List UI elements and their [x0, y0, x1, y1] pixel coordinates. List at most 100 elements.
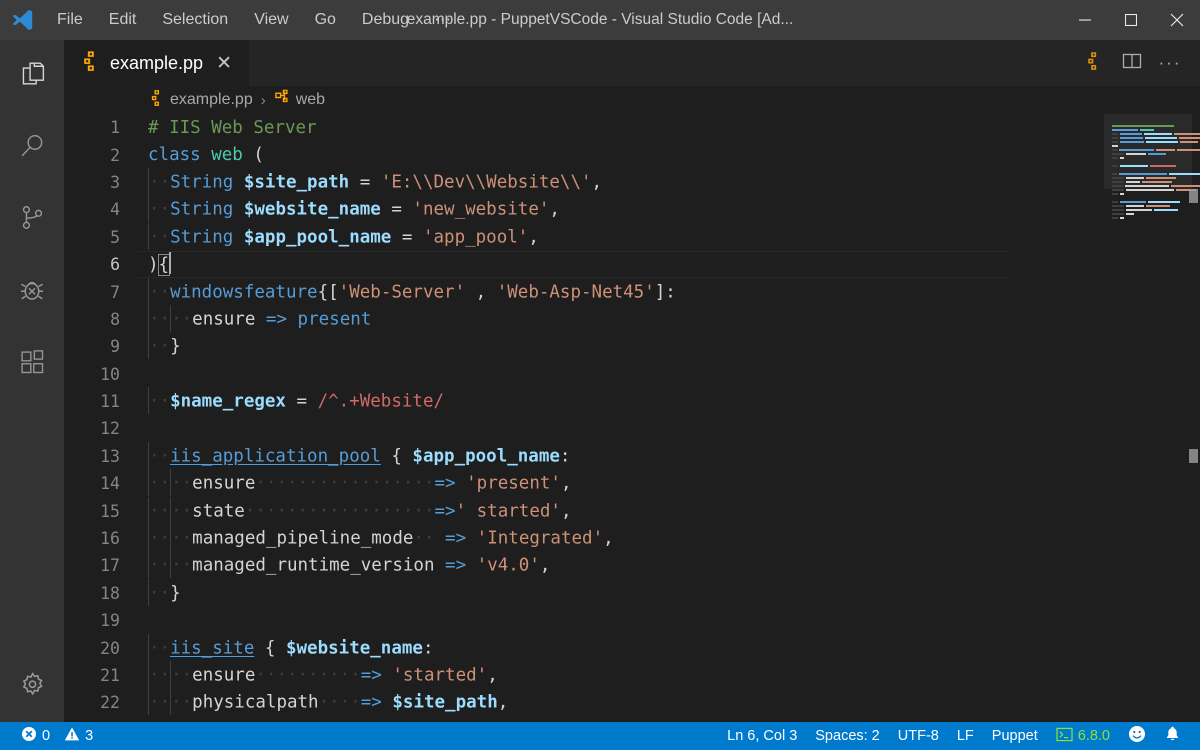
minimap-segment	[1154, 209, 1178, 211]
code-scroll-region[interactable]: 1 # IIS Web Server 2 class web (3 ··String $…	[64, 114, 1104, 722]
code-line-text[interactable]: ··}	[138, 578, 181, 607]
code-line[interactable]: 1 # IIS Web Server	[64, 114, 1104, 141]
code-line[interactable]: 15 ····state··················=>' started…	[64, 496, 1104, 525]
code-line-text[interactable]: ··}	[138, 332, 181, 360]
menu-item-selection[interactable]: Selection	[149, 5, 241, 35]
minimap-segment	[1143, 133, 1172, 135]
run-puppet-button[interactable]	[1078, 47, 1110, 79]
code-line-text[interactable]: class web (	[138, 145, 264, 165]
code-line-text[interactable]: ··String $website_name = 'new_website',	[138, 195, 560, 223]
tab-close-icon[interactable]: ✕	[212, 52, 236, 75]
menu-item-go[interactable]: Go	[302, 5, 349, 35]
smiley-icon	[1128, 725, 1146, 747]
activity-bar-item-search[interactable]	[0, 112, 64, 184]
code-line[interactable]: 9 ··}	[64, 332, 1104, 360]
tab-example-pp[interactable]: example.pp ✕	[64, 40, 249, 86]
code-line-text[interactable]: ){	[138, 251, 172, 276]
code-line[interactable]: 11 ··$name_regex = /^.+Website/	[64, 387, 1104, 415]
status-feedback[interactable]	[1119, 722, 1155, 750]
more-actions-button[interactable]: ···	[1154, 47, 1186, 79]
line-number: 9	[110, 337, 120, 357]
code-line[interactable]: 20 ··iis_site { $website_name:	[64, 633, 1104, 662]
status-indentation[interactable]: Spaces: 2	[806, 722, 889, 750]
code-line-text[interactable]: ····managed_runtime_version => 'v4.0',	[138, 551, 550, 579]
code-line-text[interactable]: ····ensure··········=> 'started',	[138, 661, 498, 689]
minimap[interactable]	[1104, 114, 1200, 722]
indent-guide	[148, 304, 149, 332]
code-line[interactable]: 18 ··}	[64, 578, 1104, 607]
menu-item-edit[interactable]: Edit	[96, 5, 150, 35]
minimize-button[interactable]	[1062, 0, 1108, 40]
code-line[interactable]: 21 ····ensure··········=> 'started',	[64, 661, 1104, 689]
vscode-window: File Edit Selection View Go Debug ⋯ exam…	[0, 0, 1200, 750]
editor-scrollbar[interactable]	[1186, 114, 1200, 722]
code-line-text[interactable]: ····ensure·················=> 'present',	[138, 469, 572, 497]
code-token: 'Web-Asp-Net45'	[496, 282, 655, 303]
code-token: }	[170, 583, 181, 604]
status-encoding[interactable]: UTF-8	[889, 722, 948, 750]
code-editor[interactable]: 1 # IIS Web Server 2 class web (3 ··String $…	[64, 114, 1200, 722]
activity-bar-item-debug[interactable]	[0, 256, 64, 328]
code-token: String	[170, 227, 234, 248]
menu-overflow-icon[interactable]: ⋯	[422, 6, 464, 34]
code-line-text[interactable]: ··String $app_pool_name = 'app_pool',	[138, 222, 539, 251]
activity-bar-item-extensions[interactable]	[0, 328, 64, 400]
code-line[interactable]: 13 ··iis_application_pool { $app_pool_nam…	[64, 441, 1104, 470]
code-lines[interactable]: 1 # IIS Web Server 2 class web (3 ··String $…	[64, 114, 1104, 717]
status-puppet-version[interactable]: 6.8.0	[1047, 722, 1119, 750]
code-line[interactable]: 6){	[64, 250, 1104, 279]
status-eol[interactable]: LF	[948, 722, 983, 750]
line-number: 7	[110, 282, 120, 302]
menu-item-view[interactable]: View	[241, 5, 301, 35]
status-cursor-position[interactable]: Ln 6, Col 3	[718, 722, 806, 750]
menu-item-file[interactable]: File	[44, 5, 96, 35]
code-line[interactable]: 12	[64, 415, 1104, 442]
code-token: $site_path	[392, 692, 498, 713]
code-line[interactable]: 10	[64, 361, 1104, 388]
minimap-segment	[1126, 205, 1144, 207]
code-line[interactable]: 19	[64, 607, 1104, 634]
code-token: ··	[149, 282, 171, 303]
activity-bar-item-source-control[interactable]	[0, 184, 64, 256]
split-editor-button[interactable]	[1116, 47, 1148, 79]
code-line[interactable]: 4 ··String $website_name = 'new_website',	[64, 195, 1104, 223]
code-line[interactable]: 14 ····ensure·················=> 'present…	[64, 469, 1104, 497]
code-line[interactable]: 22 ····physicalpath····=> $site_path,	[64, 688, 1104, 716]
code-line-text[interactable]: ··$name_regex = /^.+Website/	[138, 387, 444, 415]
code-line[interactable]: 3 ··String $site_path = 'E:\\Dev\\Website…	[64, 167, 1104, 196]
breadcrumb-item-symbol[interactable]: web	[274, 89, 325, 111]
activity-bar-item-explorer[interactable]	[0, 40, 64, 112]
code-line[interactable]: 7 ··windowsfeature{['Web-Server' , 'Web-A…	[64, 277, 1104, 306]
status-language-mode[interactable]: Puppet	[983, 722, 1047, 750]
code-line-text[interactable]: ····state··················=>' started',	[138, 496, 571, 525]
minimap-segment	[1119, 133, 1142, 135]
source-control-branch-icon	[18, 203, 47, 237]
code-line-text[interactable]: ··String $site_path = 'E:\\Dev\\Website\…	[138, 167, 602, 196]
code-line-text[interactable]: ····physicalpath····=> $site_path,	[138, 688, 508, 716]
code-line[interactable]: 17 ····managed_runtime_version => 'v4.0',	[64, 551, 1104, 579]
code-token: =>	[445, 555, 467, 576]
activity-bar-item-settings[interactable]	[0, 650, 64, 722]
code-token: =	[285, 391, 318, 412]
code-line[interactable]: 8 ····ensure => present	[64, 304, 1104, 333]
minimap-segment	[1120, 157, 1124, 159]
code-line-text[interactable]: ··iis_site { $website_name:	[138, 633, 434, 662]
code-line-text[interactable]: ··iis_application_pool { $app_pool_name:	[138, 441, 570, 470]
code-line[interactable]: 2 class web (	[64, 141, 1104, 168]
code-token: ····	[318, 692, 361, 713]
code-line-text[interactable]: ··windowsfeature{['Web-Server' , 'Web-As…	[138, 277, 676, 306]
menu-item-debug[interactable]: Debug	[349, 5, 422, 35]
code-line[interactable]: 5 ··String $app_pool_name = 'app_pool',	[64, 222, 1104, 251]
code-line-text[interactable]: ····ensure => present	[138, 304, 371, 333]
code-line-text[interactable]: # IIS Web Server	[138, 118, 317, 138]
breadcrumb-item-file[interactable]: example.pp	[150, 89, 253, 112]
code-line-text[interactable]: ····managed_pipeline_mode·· => 'Integrat…	[138, 524, 614, 552]
status-problems[interactable]: 0 3	[12, 722, 102, 750]
status-notifications[interactable]	[1155, 722, 1190, 750]
code-line[interactable]: 16 ····managed_pipeline_mode·· => 'Integr…	[64, 524, 1104, 552]
close-button[interactable]	[1154, 0, 1200, 40]
minimap-segment	[1112, 205, 1124, 207]
maximize-button[interactable]	[1108, 0, 1154, 40]
